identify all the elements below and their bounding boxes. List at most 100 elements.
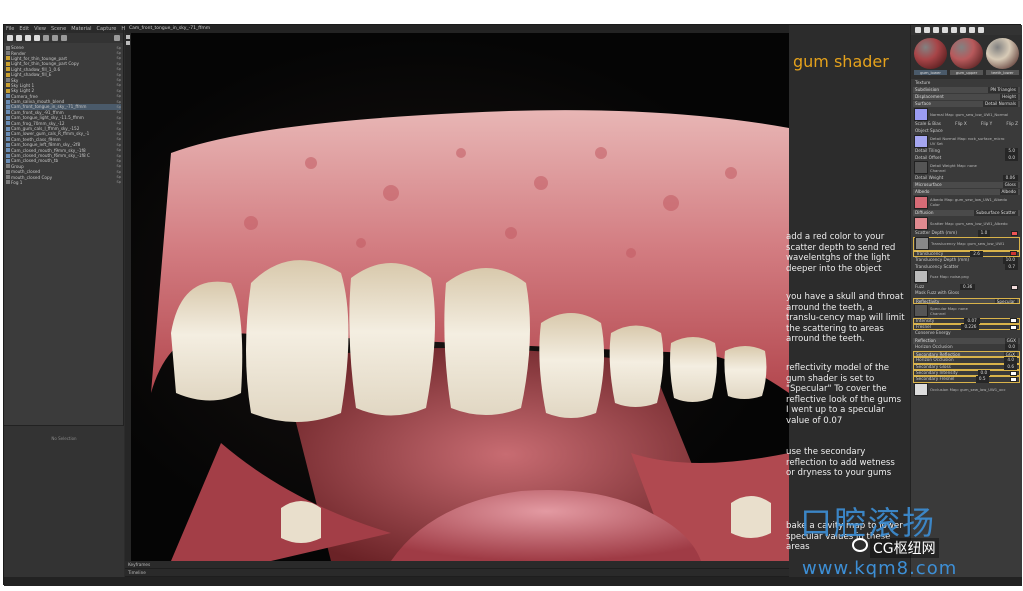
menu-bar: File Edit View Scene Material Capture He…	[4, 25, 133, 33]
material-settings-icon[interactable]	[960, 27, 966, 33]
scatter-thumb	[914, 216, 928, 230]
detail-weight-row[interactable]: Detail Weight 0.06	[913, 174, 1020, 182]
pick-material-icon[interactable]	[933, 27, 939, 33]
light-icon	[6, 72, 10, 77]
fresnel-color-swatch[interactable]	[1009, 324, 1017, 330]
scene-tree-flags[interactable]: Sp	[117, 105, 121, 109]
menu-material[interactable]: Material	[71, 25, 91, 33]
note-reflectivity: reflectivity model of the gum shader is …	[786, 363, 902, 426]
menu-scene[interactable]: Scene	[51, 25, 66, 33]
keyframes-bar[interactable]: Keyframes	[125, 561, 789, 569]
scene-tree-flags[interactable]: Sp	[117, 175, 121, 179]
camera-icon	[6, 148, 10, 153]
fuzz-color-swatch[interactable]	[1011, 284, 1018, 290]
albedo-thumb	[914, 195, 928, 209]
light-icon	[6, 67, 10, 72]
microsurface-section[interactable]: Microsurface Gloss	[913, 182, 1020, 189]
menu-view[interactable]: View	[34, 25, 46, 33]
scatter-map-slot[interactable]: Scatter Map: gum_sew_low_UW1_Albedo	[913, 216, 1020, 230]
material-name: gum_upper	[950, 70, 983, 75]
viewport-settings-icon[interactable]	[126, 35, 130, 39]
timeline-bar[interactable]: Timeline	[125, 569, 789, 577]
menu-capture[interactable]: Capture	[97, 25, 117, 33]
scene-tree-flags[interactable]: Sp	[117, 143, 121, 147]
camera-icon	[6, 121, 10, 126]
scene-tree-flags[interactable]: Sp	[117, 78, 121, 82]
scatter-color-swatch[interactable]	[1011, 231, 1018, 237]
scene-tree-flags[interactable]: Sp	[117, 127, 121, 131]
add-fog-icon[interactable]	[52, 35, 58, 41]
scene-tree-flags[interactable]: Sp	[117, 132, 121, 136]
render-viewport[interactable]	[131, 33, 789, 561]
camera-icon	[6, 94, 10, 99]
menu-file[interactable]: File	[6, 25, 14, 33]
translucency-map-slot[interactable]: Translucency Map: gum_sew_low_UW1	[913, 236, 1020, 251]
scene-tree-flags[interactable]: Sp	[117, 137, 121, 141]
scene-tree-flags[interactable]: Sp	[117, 154, 121, 158]
scene-tree-flags[interactable]: Sp	[117, 73, 121, 77]
add-light-icon[interactable]	[16, 35, 22, 41]
overlay-title: gum shader	[793, 52, 889, 71]
add-group-icon[interactable]	[43, 35, 49, 41]
secondary-fresnel-swatch[interactable]	[1009, 377, 1017, 383]
viewport-tool-icon[interactable]	[126, 41, 130, 45]
scene-tree-flags[interactable]: Sp	[117, 100, 121, 104]
specular-map-slot[interactable]: Specular Map: none Channel	[913, 304, 1020, 318]
delete-icon[interactable]	[114, 35, 120, 41]
scene-tree-item[interactable]: Fog 1 Sp	[6, 180, 121, 185]
delete-material-icon[interactable]	[951, 27, 957, 33]
scene-tree-flags[interactable]: Sp	[117, 164, 121, 168]
normal-map-slot[interactable]: Normal Map: gum_sew_low_UW1_Normal	[913, 107, 1020, 121]
scene-tree-flags[interactable]: Sp	[117, 170, 121, 174]
texture-row[interactable]: Texture	[913, 80, 1020, 86]
assign-material-icon[interactable]	[942, 27, 948, 33]
albedo-map-slot[interactable]: Albedo Map: gum_sew_low_UW1_Albedo Color	[913, 195, 1020, 209]
displacement-section[interactable]: Displacement Height	[913, 94, 1020, 101]
scene-tree-flags[interactable]: Sp	[117, 121, 121, 125]
scene-tree-flags[interactable]: Sp	[117, 83, 121, 87]
occlusion-thumb	[914, 383, 928, 397]
material-swatch[interactable]: gum_upper	[950, 38, 983, 79]
scene-tree-flags[interactable]: Sp	[117, 110, 121, 114]
horizon-occlusion-row[interactable]: Horizon Occlusion 0.0	[913, 343, 1020, 351]
material-swatch[interactable]: teeth_lower	[986, 38, 1019, 79]
scene-tree-flags[interactable]: Sp	[117, 89, 121, 93]
menu-edit[interactable]: Edit	[19, 25, 29, 33]
conserve-energy-row[interactable]: Conserve Energy	[913, 330, 1020, 336]
scene-tree-flags[interactable]: Sp	[117, 116, 121, 120]
scene-tree-flags[interactable]: Sp	[117, 46, 121, 50]
camera-icon	[6, 104, 10, 109]
folder-icon	[6, 175, 10, 180]
occlusion-map-slot[interactable]: Occlusion Map: gum_sew_low_UW1_occ	[913, 383, 1020, 397]
scene-tree-flags[interactable]: Sp	[117, 56, 121, 60]
translucency-color-swatch[interactable]	[1010, 251, 1017, 257]
viewport-camera-tab[interactable]: Cam_front_tongue_in_sky_-71_ffmm	[125, 25, 789, 33]
new-material-icon[interactable]	[915, 27, 921, 33]
scene-tree-flags[interactable]: Sp	[117, 67, 121, 71]
scene-tree-flags[interactable]: Sp	[117, 94, 121, 98]
add-camera-icon[interactable]	[7, 35, 13, 41]
secondary-intensity-swatch[interactable]	[1010, 370, 1017, 376]
duplicate-icon[interactable]	[61, 35, 67, 41]
detail-weight-map-slot[interactable]: Detail Weight Map: none Channel	[913, 161, 1020, 175]
scene-tree-flags[interactable]: Sp	[117, 180, 121, 184]
add-sky-icon[interactable]	[25, 35, 31, 41]
intensity-color-swatch[interactable]	[1010, 318, 1017, 324]
duplicate-material-icon[interactable]	[924, 27, 930, 33]
fuzz-map-slot[interactable]: Fuzz Map: noise.png	[913, 270, 1020, 284]
scene-tree-flags[interactable]: Sp	[117, 148, 121, 152]
scene-tree-flags[interactable]: Sp	[117, 51, 121, 55]
note-translucency: you have a skull and throat arround the …	[786, 292, 905, 345]
material-help-icon[interactable]	[969, 27, 975, 33]
subdivision-section[interactable]: Subdivision PN Triangles	[913, 87, 1020, 94]
scene-tree-flags[interactable]: Sp	[117, 62, 121, 66]
detail-normal-map-slot[interactable]: Detail Normal Map: rock_surface_micro UV …	[913, 134, 1020, 148]
light-icon	[6, 61, 10, 66]
scene-tree-flags[interactable]: Sp	[117, 159, 121, 163]
specular-thumb	[914, 304, 928, 318]
note-scatter: add a red color to your scatter depth to…	[786, 232, 896, 274]
add-object-icon[interactable]	[34, 35, 40, 41]
material-target-icon[interactable]	[978, 27, 984, 33]
material-swatch[interactable]: gum_lower	[914, 38, 947, 79]
mask-fuzz-row[interactable]: Mask Fuzz with Gloss	[913, 290, 1020, 296]
